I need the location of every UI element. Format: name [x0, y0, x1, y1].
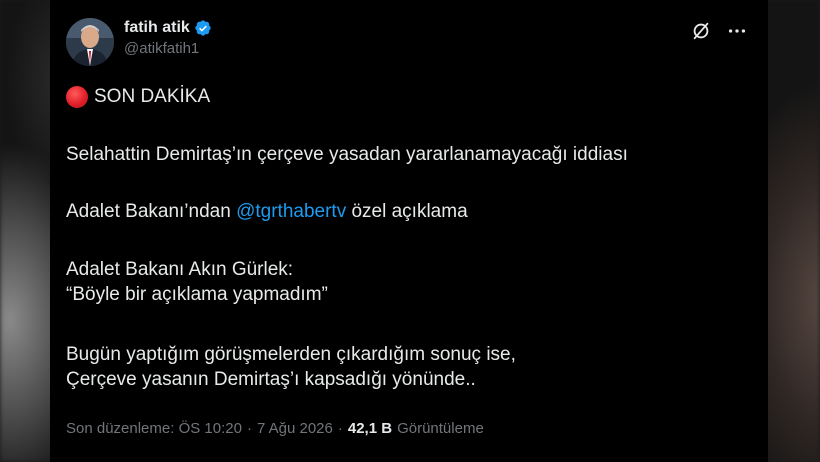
- tweet-line-2-prefix: Adalet Bakanı’ndan: [66, 201, 237, 222]
- post-date[interactable]: 7 Ağu 2026: [257, 420, 333, 437]
- author-handle[interactable]: @atikfatih1: [124, 40, 212, 57]
- meta-separator: ·: [246, 420, 252, 437]
- mention-link[interactable]: @tgrthabertv: [236, 201, 346, 222]
- author-display-name[interactable]: fatih atik: [124, 19, 190, 37]
- more-icon[interactable]: [726, 20, 748, 42]
- tweet-card: fatih atik @atikfatih1 SON DAKİKA Selaha…: [50, 0, 768, 462]
- meta-separator: ·: [337, 420, 343, 437]
- header-actions: [690, 20, 748, 42]
- tweet-conclusion-block: Bugün yaptığım görüşmelerden çıkardığım …: [66, 342, 516, 392]
- tweet-line-2-suffix: özel açıklama: [346, 201, 468, 222]
- tweet-line-3a: Adalet Bakanı Akın Gürlek:: [66, 259, 294, 280]
- breaking-news-line: SON DAKİKA: [66, 84, 210, 109]
- views-count: 42,1 B: [347, 420, 393, 437]
- tweet-line-1: Selahattin Demirtaş’ın çerçeve yasadan y…: [66, 144, 628, 165]
- tweet-line-2: Adalet Bakanı’ndan @tgrthabertv özel açı…: [66, 199, 468, 224]
- avatar-image: [66, 18, 114, 66]
- views-label: Görüntüleme: [397, 420, 484, 437]
- tweet-line-4b: Çerçeve yasanın Demirtaş’ı kapsadığı yön…: [66, 369, 476, 390]
- slashed-circle-icon[interactable]: [690, 20, 712, 42]
- tweet-line-3b: “Böyle bir açıklama yapmadım”: [66, 284, 328, 305]
- avatar[interactable]: [66, 18, 114, 66]
- tweet-line-4a: Bugün yaptığım görüşmelerden çıkardığım …: [66, 344, 516, 365]
- tweet-header: fatih atik @atikfatih1: [66, 16, 752, 68]
- tweet-meta: Son düzenleme: ÖS 10:20 · 7 Ağu 2026 · 4…: [66, 420, 484, 437]
- edited-timestamp[interactable]: Son düzenleme: ÖS 10:20: [66, 420, 242, 437]
- verified-badge-icon: [194, 19, 212, 37]
- breaking-label: SON DAKİKA: [94, 86, 211, 107]
- author-block: fatih atik @atikfatih1: [124, 19, 212, 57]
- tweet-quote-block: Adalet Bakanı Akın Gürlek: “Böyle bir aç…: [66, 257, 328, 307]
- red-circle-icon: [66, 85, 88, 108]
